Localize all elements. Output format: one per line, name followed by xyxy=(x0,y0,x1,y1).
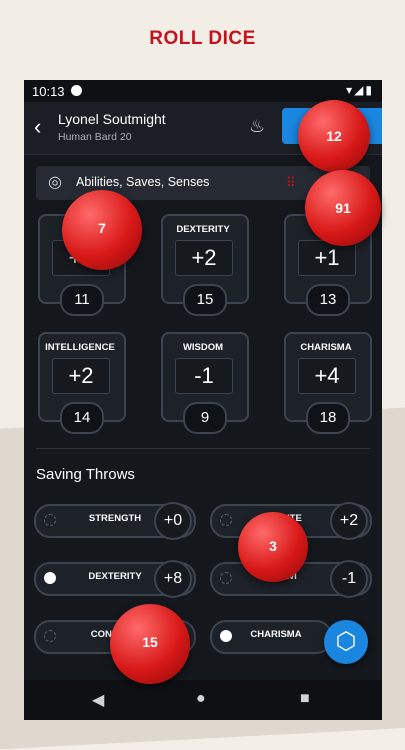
section-label: Abilities, Saves, Senses xyxy=(76,175,210,189)
character-subtitle: Human Bard 20 xyxy=(58,131,132,143)
proficiency-dot xyxy=(220,630,232,642)
status-bar: 10:13 ▾◢▮ xyxy=(24,80,382,102)
dice-roll-fab[interactable]: ⬡ xyxy=(324,620,368,664)
system-icons: ▾◢▮ xyxy=(346,83,374,97)
abilities-icon: ◎ xyxy=(48,174,62,191)
status-time: 10:13 xyxy=(32,84,65,99)
ability-dexterity[interactable]: DEXTERITY +2 15 xyxy=(161,214,249,316)
ability-name: DEXTERITY xyxy=(176,224,230,235)
headline: ROLL DICE xyxy=(149,28,256,49)
ability-name: CHARISMA xyxy=(300,342,352,353)
ability-score: 11 xyxy=(60,284,104,316)
ability-score: 13 xyxy=(306,284,350,316)
d20-die-middle: 3 xyxy=(238,512,308,582)
proficiency-dot xyxy=(44,630,56,642)
character-name: Lyonel Soutmight xyxy=(58,111,166,127)
d20-die-top: 12 xyxy=(298,100,370,172)
proficiency-dot xyxy=(44,514,56,526)
nav-home-icon[interactable]: ● xyxy=(196,690,206,708)
save-strength[interactable]: STRENGTH +0 xyxy=(34,502,196,540)
ability-modifier: +2 xyxy=(175,240,233,276)
die-face: 12 xyxy=(326,128,342,144)
save-value: +0 xyxy=(154,502,192,540)
ability-score: 14 xyxy=(60,402,104,434)
d20-die-left: 7 xyxy=(62,190,142,270)
campfire-icon[interactable]: ♨ xyxy=(249,116,265,137)
proficiency-dot xyxy=(44,572,56,584)
divider xyxy=(36,448,370,449)
save-charisma[interactable]: CHARISMA xyxy=(210,618,332,654)
d20-die-right: 91 xyxy=(305,170,381,246)
proficiency-dot xyxy=(220,572,232,584)
proficiency-dot xyxy=(220,514,232,526)
ability-modifier: -1 xyxy=(175,358,233,394)
die-face: 7 xyxy=(98,220,106,236)
nav-back-icon[interactable]: ◀ xyxy=(92,690,104,710)
die-face: 91 xyxy=(335,200,351,216)
ability-score: 9 xyxy=(183,402,227,434)
system-nav-bar: ◀ ● ■ xyxy=(24,680,382,720)
ability-charisma[interactable]: CHARISMA +4 18 xyxy=(284,332,372,434)
ability-name: WISDOM xyxy=(182,342,224,353)
ability-modifier: +4 xyxy=(298,358,356,394)
save-value: +8 xyxy=(154,560,192,598)
nav-recent-icon[interactable]: ■ xyxy=(300,690,310,708)
saving-throws-title: Saving Throws xyxy=(36,466,135,483)
ability-name: INTELLIGENCE xyxy=(45,342,115,353)
back-icon[interactable]: ‹ xyxy=(34,114,41,140)
d20-die-bottom: 15 xyxy=(110,604,190,684)
ability-modifier: +2 xyxy=(52,358,110,394)
save-value: -1 xyxy=(330,560,368,598)
save-dexterity[interactable]: DEXTERITY +8 xyxy=(34,560,196,598)
ability-intelligence[interactable]: INTELLIGENCE +2 14 xyxy=(38,332,126,434)
save-name: CHARISMA xyxy=(250,629,302,640)
die-face: 15 xyxy=(142,634,158,650)
ability-score: 18 xyxy=(306,402,350,434)
grid-icon[interactable]: ⠿ xyxy=(286,175,296,191)
ability-score: 15 xyxy=(183,284,227,316)
ability-wisdom[interactable]: WISDOM -1 9 xyxy=(161,332,249,434)
die-face: 3 xyxy=(269,538,277,554)
app-notification-icon xyxy=(71,85,82,96)
save-value: +2 xyxy=(330,502,368,540)
